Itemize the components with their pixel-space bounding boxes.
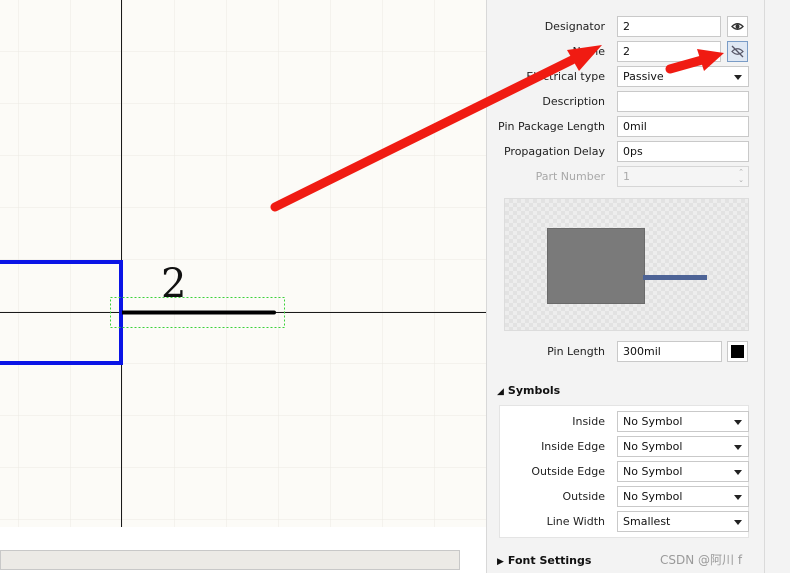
horizontal-scrollbar[interactable] (0, 550, 460, 570)
name-visibility-button[interactable] (727, 41, 748, 62)
description-label: Description (542, 95, 605, 108)
propagation-delay-row: Propagation Delay 0ps (487, 141, 749, 163)
pin-length-row: Pin Length 300mil (487, 341, 749, 363)
pin-length-label: Pin Length (547, 345, 605, 358)
pin-color-swatch[interactable] (727, 341, 748, 362)
designator-input[interactable]: 2 (617, 16, 721, 37)
line-width-row: Line Width Smallest (487, 511, 749, 533)
part-number-row: Part Number 1 ⌃ ⌄ (487, 166, 749, 188)
outside-row: Outside No Symbol (487, 486, 749, 508)
outside-label: Outside (562, 490, 605, 503)
inside-edge-select[interactable]: No Symbol (617, 436, 749, 457)
outside-edge-select[interactable]: No Symbol (617, 461, 749, 482)
font-settings-section-header[interactable]: ▶ Font Settings (497, 554, 591, 567)
electrical-type-row: Electrical type Passive (487, 66, 749, 88)
font-settings-header-label: Font Settings (507, 554, 592, 567)
properties-panel: Designator 2 Name 2 Electrical type Pass… (486, 0, 764, 573)
name-input[interactable]: 2 (617, 41, 721, 62)
schematic-canvas[interactable]: 2 (0, 0, 486, 527)
propagation-delay-input[interactable]: 0ps (617, 141, 749, 162)
propagation-delay-label: Propagation Delay (503, 145, 605, 158)
pin-color-chip (731, 345, 744, 358)
inside-row: Inside No Symbol (487, 411, 749, 433)
symbols-header-label: Symbols (507, 384, 561, 397)
part-number-spinner: ⌃ ⌄ (738, 168, 744, 184)
outside-edge-row: Outside Edge No Symbol (487, 461, 749, 483)
outside-edge-label: Outside Edge (531, 465, 605, 478)
designator-row: Designator 2 (487, 16, 749, 38)
inside-edge-row: Inside Edge No Symbol (487, 436, 749, 458)
pin-package-length-input[interactable]: 0mil (617, 116, 749, 137)
inside-select[interactable]: No Symbol (617, 411, 749, 432)
inside-label: Inside (572, 415, 605, 428)
name-row: Name 2 (487, 41, 749, 63)
designator-label: Designator (544, 20, 605, 33)
symbols-section-header[interactable]: ◢ Symbols (497, 384, 560, 397)
panel-vertical-scrollbar[interactable] (764, 0, 790, 573)
expand-triangle-icon: ▶ (497, 557, 504, 567)
eye-off-icon (731, 45, 744, 58)
pin-package-length-row: Pin Package Length 0mil (487, 116, 749, 138)
collapse-triangle-icon: ◢ (497, 387, 504, 397)
part-number-value: 1 (623, 170, 630, 183)
inside-edge-label: Inside Edge (541, 440, 605, 453)
part-number-input: 1 ⌃ ⌄ (617, 166, 749, 187)
pin-length-input[interactable]: 300mil (617, 341, 722, 362)
pin-preview (504, 198, 749, 331)
designator-visibility-button[interactable] (727, 16, 748, 37)
name-label: Name (572, 45, 605, 58)
description-input[interactable] (617, 91, 749, 112)
description-row: Description (487, 91, 749, 113)
schematic-drawing (0, 0, 486, 527)
outside-select[interactable]: No Symbol (617, 486, 749, 507)
pin-end-dot (272, 310, 276, 315)
electrical-type-select[interactable]: Passive (617, 66, 749, 87)
line-width-label: Line Width (546, 515, 605, 528)
eye-icon (731, 23, 744, 30)
pin-designator-text: 2 (161, 261, 187, 307)
csdn-watermark: CSDN @阿川 f (660, 553, 743, 567)
preview-component-body (547, 228, 645, 304)
pin-package-length-label: Pin Package Length (498, 120, 605, 133)
preview-pin-line (643, 275, 707, 280)
part-number-label: Part Number (535, 170, 605, 183)
electrical-type-label: Electrical type (526, 70, 605, 83)
line-width-select[interactable]: Smallest (617, 511, 749, 532)
